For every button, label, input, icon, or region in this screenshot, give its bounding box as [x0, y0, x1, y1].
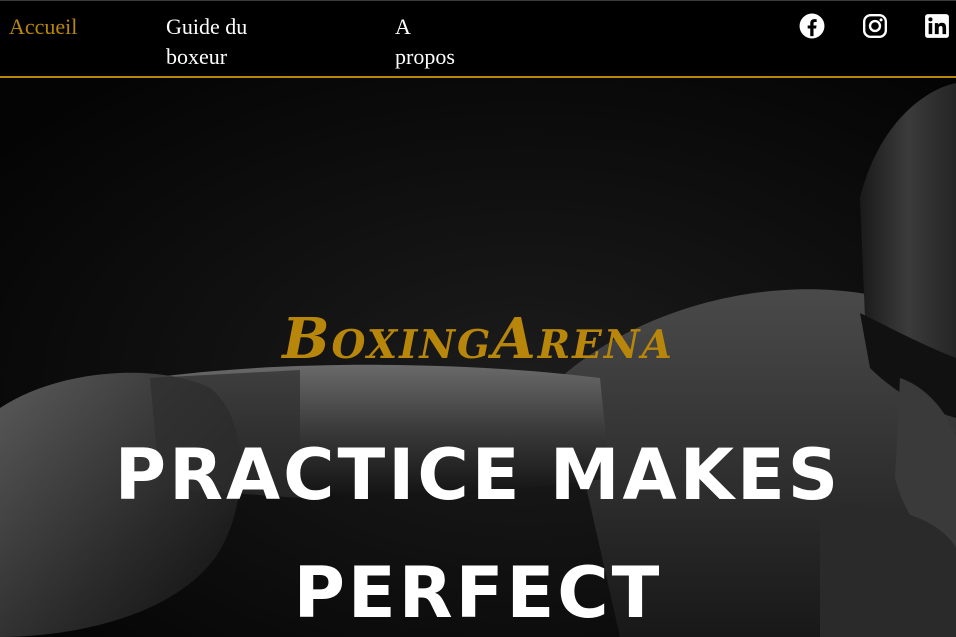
- nav-link-accueil[interactable]: Accueil: [9, 12, 77, 42]
- hero-slogan: PRACTICE MAKES PERFECT: [114, 434, 842, 634]
- facebook-icon[interactable]: [799, 13, 825, 39]
- nav-link-a-propos[interactable]: A propos: [395, 12, 475, 72]
- hero-section: BoxingArena PRACTICE MAKES PERFECT: [0, 78, 956, 637]
- linkedin-icon[interactable]: [924, 13, 950, 39]
- hero-brand-title: BoxingArena: [282, 306, 674, 372]
- nav-link-guide-du-boxeur[interactable]: Guide du boxeur: [166, 12, 276, 72]
- top-navbar: Accueil Guide du boxeur A propos: [0, 0, 956, 78]
- page: Accueil Guide du boxeur A propos BoxingA…: [0, 0, 956, 637]
- instagram-icon[interactable]: [862, 13, 888, 39]
